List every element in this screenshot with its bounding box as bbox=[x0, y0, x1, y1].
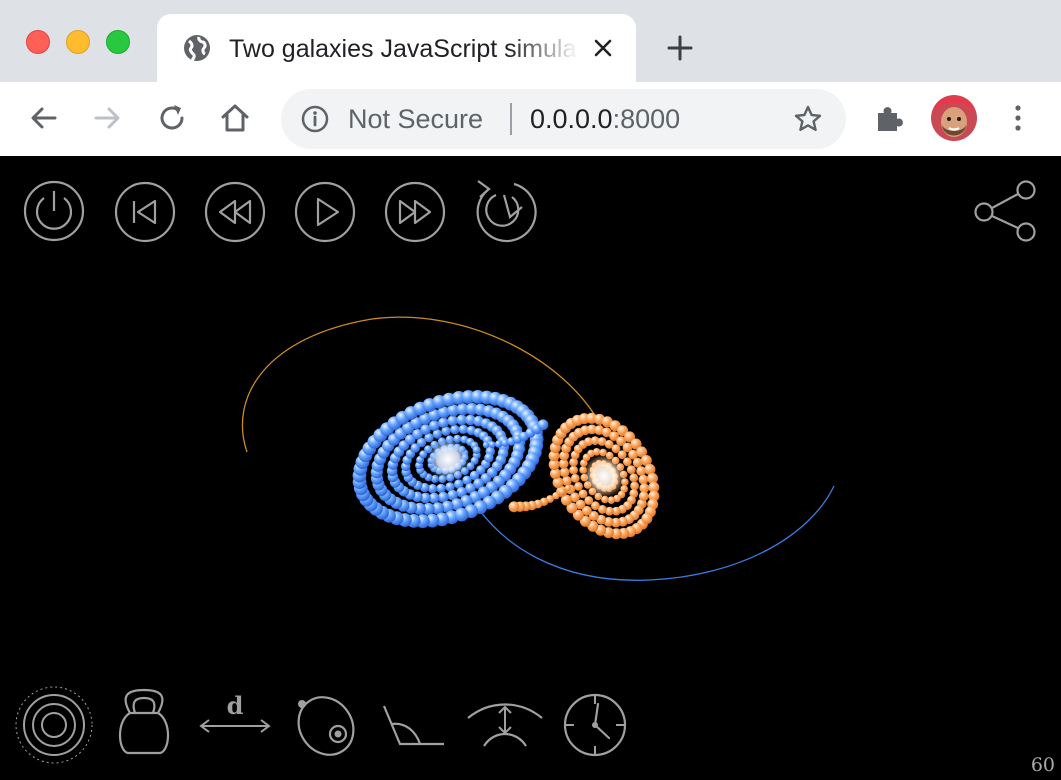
galaxy-star bbox=[438, 417, 449, 429]
minimize-window-button[interactable] bbox=[66, 30, 90, 54]
galaxy-star bbox=[638, 474, 649, 485]
share-icon[interactable] bbox=[972, 180, 1040, 244]
galaxy-star bbox=[429, 420, 440, 432]
back-icon[interactable] bbox=[26, 100, 62, 136]
galaxy-core bbox=[426, 437, 470, 481]
galaxy-star bbox=[578, 489, 588, 499]
info-icon[interactable] bbox=[301, 105, 329, 133]
play-icon[interactable] bbox=[294, 181, 356, 243]
extensions-puzzle-icon[interactable] bbox=[872, 100, 908, 136]
bookmark-star-icon[interactable] bbox=[793, 104, 823, 134]
arc-curvature-icon[interactable] bbox=[466, 700, 544, 750]
galaxy-star bbox=[569, 465, 578, 475]
galaxy-star bbox=[484, 453, 494, 463]
url-port: :8000 bbox=[612, 104, 681, 134]
tab-title: Two galaxies JavaScript simulation bbox=[229, 35, 579, 63]
galaxy-star bbox=[630, 481, 639, 491]
galaxy-star bbox=[607, 496, 616, 505]
galaxy-star bbox=[626, 465, 636, 474]
new-tab-icon[interactable] bbox=[664, 32, 696, 64]
galaxy-star bbox=[458, 424, 469, 434]
home-icon[interactable] bbox=[217, 100, 253, 136]
galaxy-star bbox=[561, 476, 572, 486]
galaxy-star bbox=[638, 491, 649, 502]
close-window-button[interactable] bbox=[26, 30, 50, 54]
galaxy-star bbox=[472, 446, 481, 455]
menu-kebab-icon[interactable] bbox=[1000, 100, 1036, 136]
galaxy-star bbox=[574, 482, 583, 491]
browser-tab[interactable]: Two galaxies JavaScript simulation bbox=[157, 14, 636, 82]
browser-toolbar: Not Secure 0.0.0.0:8000 bbox=[0, 82, 1061, 156]
fps-counter: 60 bbox=[1030, 754, 1055, 776]
avatar[interactable] bbox=[931, 95, 977, 141]
url-text: 0.0.0.0:8000 bbox=[530, 104, 680, 134]
simulation-viewport[interactable]: d 60 bbox=[0, 156, 1061, 780]
reload-page-icon[interactable] bbox=[154, 100, 190, 136]
galaxy-star bbox=[636, 466, 647, 476]
close-tab-icon[interactable] bbox=[591, 36, 615, 60]
clock-icon[interactable] bbox=[562, 692, 628, 758]
double-arrow-icon bbox=[199, 719, 271, 733]
fast-forward-icon[interactable] bbox=[384, 181, 446, 243]
angle-icon[interactable] bbox=[382, 702, 448, 748]
power-icon[interactable] bbox=[22, 179, 86, 243]
galaxy-star bbox=[629, 473, 639, 483]
mass-kettlebell-icon[interactable] bbox=[114, 687, 174, 757]
galaxy-star bbox=[564, 484, 572, 492]
galaxy-core bbox=[582, 454, 626, 498]
browser-chrome: Two galaxies JavaScript simulation Not S… bbox=[0, 0, 1061, 156]
galaxy-rings-icon[interactable] bbox=[14, 685, 94, 765]
galaxy-star bbox=[482, 441, 490, 449]
reload-icon[interactable] bbox=[472, 177, 538, 243]
galaxy-star bbox=[454, 507, 469, 522]
profile-photo-icon bbox=[931, 95, 977, 141]
galaxy-star bbox=[508, 501, 520, 513]
url-host: 0.0.0.0 bbox=[530, 104, 613, 134]
globe-icon bbox=[184, 35, 210, 62]
galaxy-star bbox=[570, 473, 580, 483]
maximize-window-button[interactable] bbox=[106, 30, 130, 54]
skip-to-start-icon[interactable] bbox=[114, 181, 176, 243]
security-label: Not Secure bbox=[348, 104, 484, 134]
distance-icon[interactable]: d bbox=[196, 692, 274, 742]
galaxy-star bbox=[427, 484, 438, 494]
galaxy-star bbox=[558, 488, 566, 496]
galaxy-star bbox=[641, 513, 653, 524]
ellipse-orbit-icon[interactable] bbox=[292, 692, 358, 758]
galaxy-star bbox=[447, 415, 459, 427]
galaxy-star bbox=[436, 483, 446, 494]
galaxy-star bbox=[559, 467, 570, 478]
galaxy-star bbox=[488, 441, 496, 448]
rewind-icon[interactable] bbox=[204, 181, 266, 243]
galaxy-star bbox=[592, 448, 601, 456]
galaxy-star bbox=[450, 424, 460, 435]
address-divider bbox=[510, 103, 512, 135]
address-bar[interactable]: Not Secure 0.0.0.0:8000 bbox=[281, 89, 846, 149]
forward-icon[interactable] bbox=[89, 100, 125, 136]
galaxy-star bbox=[537, 419, 549, 431]
